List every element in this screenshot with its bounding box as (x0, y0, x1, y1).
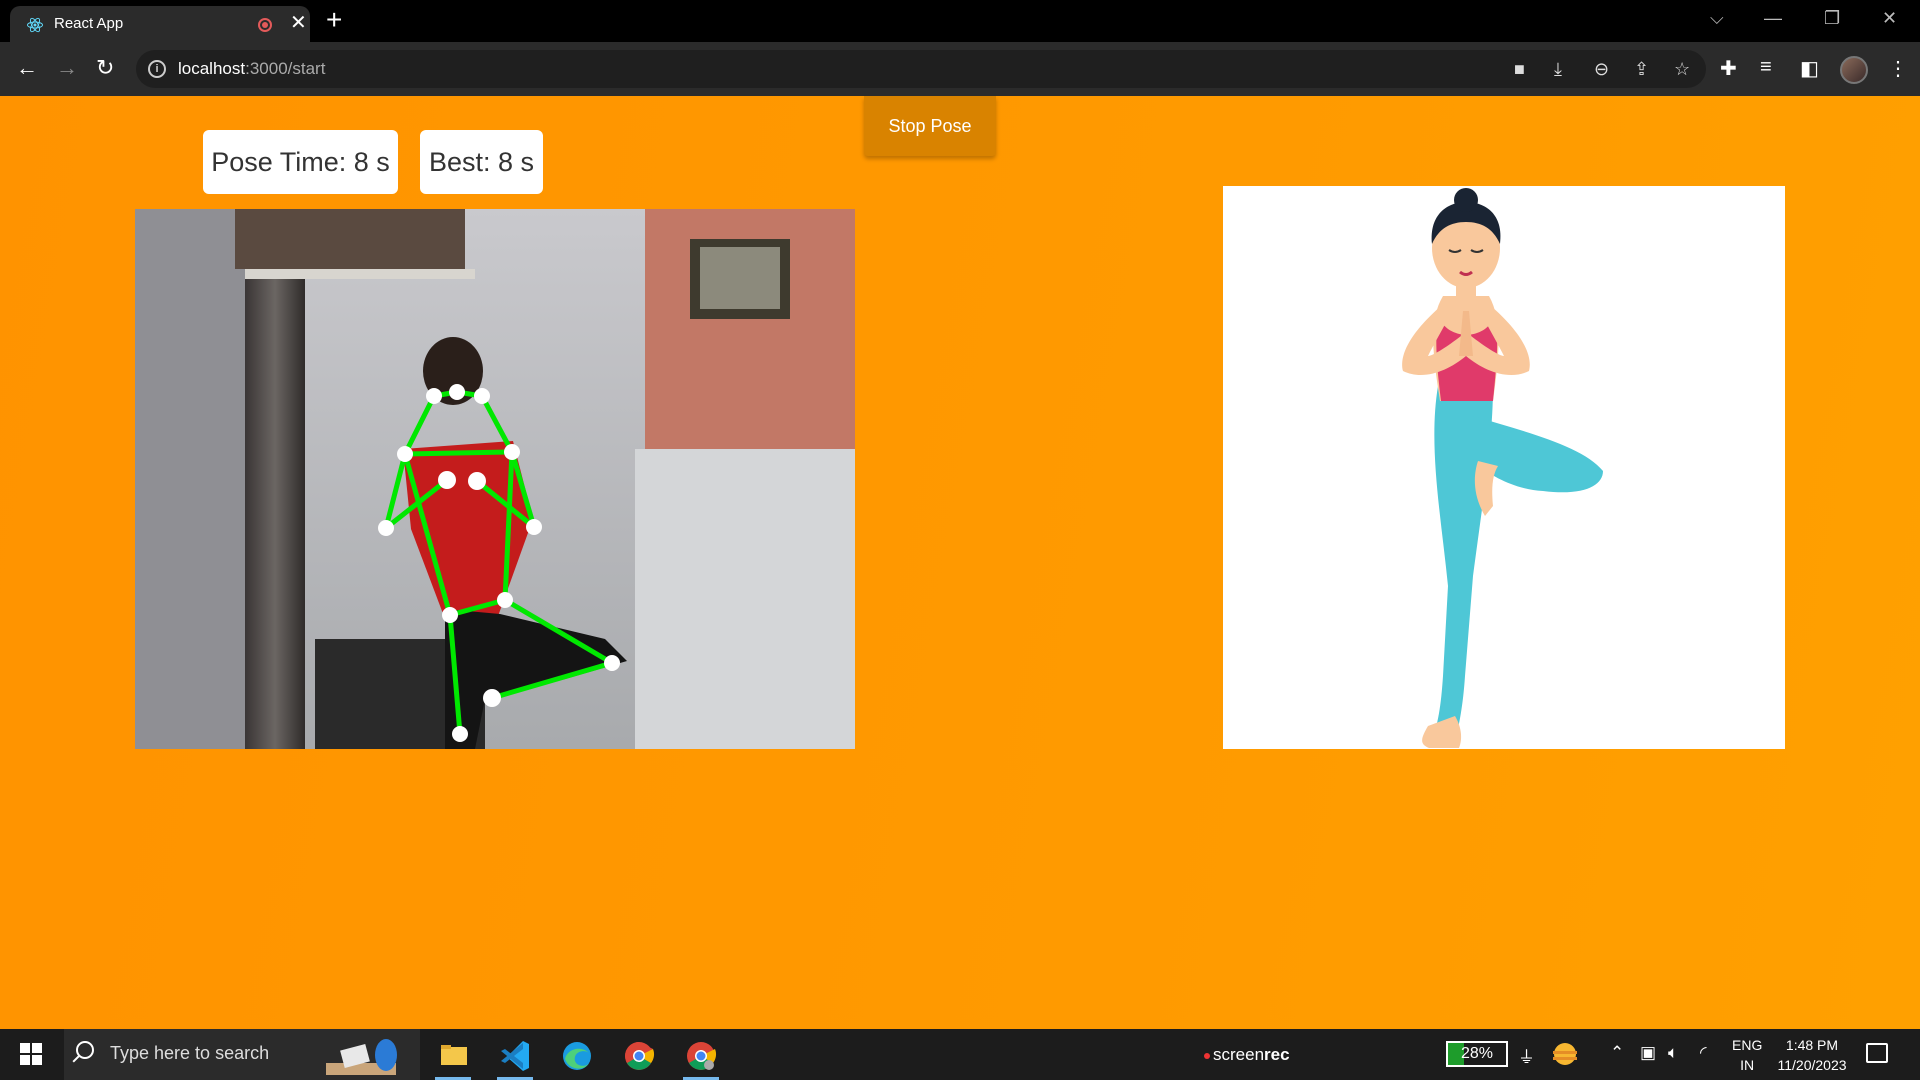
language-indicator[interactable]: ENG IN (1732, 1035, 1762, 1075)
lang-line2: IN (1740, 1057, 1755, 1073)
rec-dot (1204, 1052, 1210, 1059)
side-panel-icon[interactable]: ◧ (1800, 56, 1819, 81)
lang-line1: ENG (1732, 1037, 1763, 1053)
clock-time: 1:48 PM (1785, 1037, 1839, 1053)
edge-icon (563, 1042, 591, 1070)
url-host: localhost (178, 59, 246, 78)
vscode-icon (501, 1041, 529, 1071)
tree-pose-reference-image (1223, 186, 1785, 749)
new-tab-button[interactable]: + (326, 6, 342, 34)
search-placeholder: Type here to search (110, 1043, 270, 1063)
address-bar[interactable]: i localhost:3000/start ■ ⤓ ⊖ ⇪ ☆ (136, 50, 1706, 88)
taskbar-search-box[interactable]: Type here to search (64, 1029, 420, 1080)
shelf (235, 209, 465, 269)
close-window-button[interactable]: ✕ (1882, 8, 1897, 29)
search-icon (76, 1041, 94, 1059)
taskbar-clock[interactable]: 1:48 PM 11/20/2023 (1772, 1035, 1852, 1075)
taskbar-chrome-profile[interactable] (675, 1035, 727, 1080)
chevron-up-icon[interactable]: ⌃ (1610, 1043, 1624, 1063)
react-icon (27, 17, 43, 33)
screenrec-light: screen (1213, 1045, 1265, 1064)
weather-icon[interactable] (1550, 1041, 1580, 1067)
windows-taskbar: Type here to search screenrec 28% ⏚ ⌃ ▣ … (0, 1029, 1920, 1080)
clock-date: 11/20/2023 (1777, 1057, 1847, 1073)
menu-kebab-icon[interactable]: ⋮ (1888, 56, 1908, 81)
install-icon[interactable]: ⤓ (1554, 59, 1562, 80)
wall-photo-inner (700, 247, 780, 309)
taskbar-chrome[interactable] (613, 1035, 665, 1080)
browser-toolbar: ← → ↻ i localhost:3000/start ■ ⤓ ⊖ ⇪ ☆ ✚… (0, 42, 1920, 96)
chrome-icon (625, 1042, 655, 1070)
notifications-icon[interactable] (1866, 1043, 1888, 1063)
bookmark-star-icon[interactable]: ☆ (1674, 59, 1690, 80)
doorframe (245, 279, 305, 749)
browser-tab-bar: React App ✕ + ⌵ — ❐ ✕ (0, 0, 1920, 42)
chrome-profile-icon (687, 1042, 717, 1070)
windows-start-icon[interactable] (20, 1043, 42, 1065)
back-arrow-icon[interactable]: ← (16, 56, 38, 80)
stop-pose-button[interactable]: Stop Pose (864, 96, 996, 156)
taskbar-file-explorer[interactable] (427, 1035, 479, 1080)
page-content: Stop Pose Pose Time: 8 s Best: 8 s (0, 96, 1920, 1029)
charging-plug-icon: ⏚ (1518, 1048, 1535, 1067)
extensions-icon[interactable]: ✚ (1720, 56, 1737, 81)
restore-button[interactable]: ❐ (1824, 8, 1840, 29)
yoga-woman-illustration (1402, 188, 1603, 748)
wifi-icon[interactable]: ◜ (1700, 1043, 1707, 1063)
zoom-icon[interactable]: ⊖ (1594, 59, 1609, 80)
taskbar-vscode[interactable] (489, 1035, 541, 1080)
battery-percent: 28% (1460, 1045, 1494, 1062)
meet-now-icon[interactable]: ▣ (1640, 1043, 1656, 1063)
folder-icon (441, 1045, 467, 1065)
search-highlight-icon (326, 1039, 397, 1075)
share-icon[interactable]: ⇪ (1634, 59, 1649, 80)
tiled-wall (635, 449, 855, 749)
minimize-button[interactable]: — (1764, 8, 1782, 29)
recording-icon (258, 18, 272, 32)
forward-arrow-icon[interactable]: → (56, 56, 78, 80)
best-time-box: Best: 8 s (420, 130, 543, 194)
shelf-edge (245, 269, 475, 279)
pose-time-box: Pose Time: 8 s (203, 130, 398, 194)
webcam-canvas (135, 209, 855, 749)
profile-avatar[interactable] (1840, 56, 1868, 84)
battery-indicator[interactable]: 28% (1446, 1041, 1508, 1067)
tab-search-icon[interactable]: ⌵ (1710, 8, 1724, 29)
url-text: localhost:3000/start (178, 59, 325, 79)
tab-react-app[interactable]: React App ✕ (10, 6, 310, 42)
tab-title: React App (54, 15, 124, 32)
site-info-icon[interactable]: i (148, 60, 166, 78)
volume-icon[interactable]: 🔈︎ (1668, 1043, 1678, 1063)
reading-list-icon[interactable]: ≡ (1760, 56, 1772, 79)
camera-icon[interactable]: ■ (1514, 59, 1525, 80)
url-path: :3000/start (245, 59, 326, 78)
taskbar-edge[interactable] (551, 1035, 603, 1080)
screenrec-watermark: screenrec (1204, 1045, 1290, 1065)
screenrec-bold: rec (1264, 1045, 1290, 1064)
reload-icon[interactable]: ↻ (96, 56, 114, 80)
tab-close-icon[interactable]: ✕ (290, 12, 307, 34)
left-wall (135, 209, 245, 749)
